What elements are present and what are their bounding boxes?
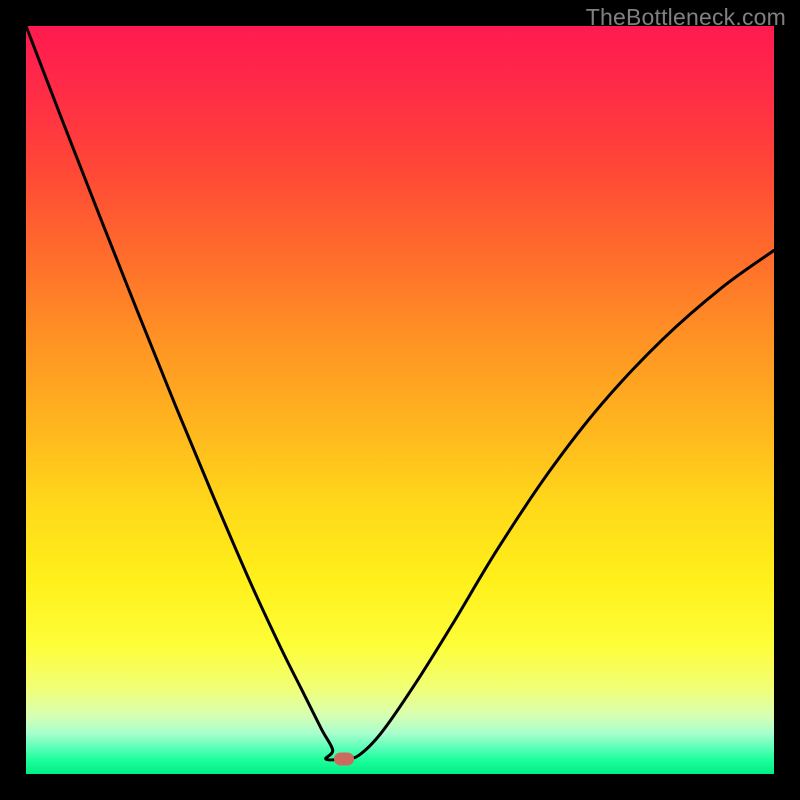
- chart-frame: TheBottleneck.com: [0, 0, 800, 800]
- watermark-text: TheBottleneck.com: [586, 4, 786, 31]
- plot-area: [26, 26, 774, 774]
- background-gradient: [26, 26, 774, 774]
